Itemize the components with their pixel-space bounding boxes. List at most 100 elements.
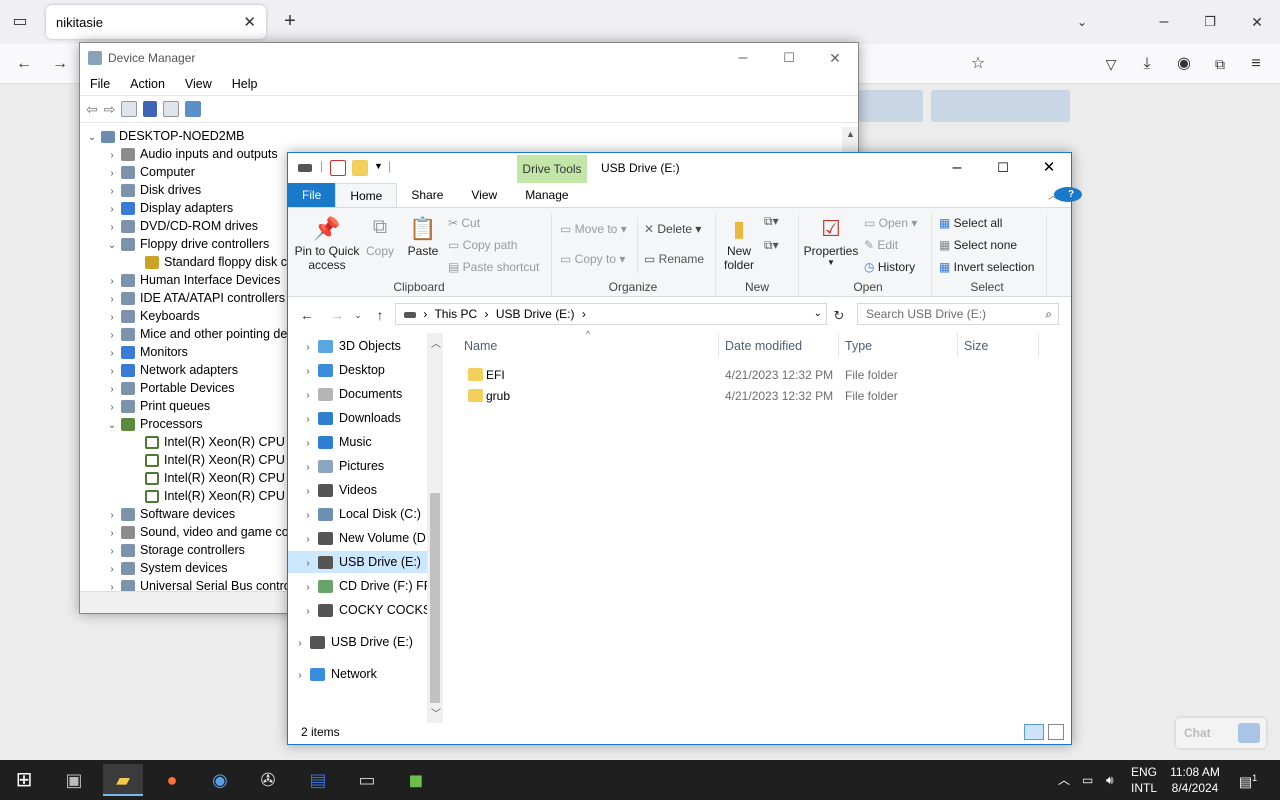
tab-share[interactable]: Share bbox=[397, 183, 457, 207]
app-taskbar-icon[interactable]: ✇ bbox=[248, 764, 288, 796]
dm-device-node[interactable]: › IDE ATA/ATAPI controllers bbox=[106, 289, 285, 307]
history-button[interactable]: ◷ History bbox=[864, 260, 915, 274]
dm-properties-icon[interactable] bbox=[121, 101, 138, 117]
expand-icon[interactable]: › bbox=[294, 665, 306, 687]
dm-device-node[interactable]: › Monitors bbox=[106, 343, 188, 361]
customize-quick-access-icon[interactable]: ▼ bbox=[374, 161, 383, 171]
collapse-icon[interactable]: ⌄ bbox=[86, 129, 98, 147]
dm-forward-icon[interactable]: ⇨ bbox=[104, 101, 116, 118]
nav-scroll-down-icon[interactable]: ﹀ bbox=[431, 705, 441, 720]
tab-view[interactable]: View bbox=[457, 183, 511, 207]
minimize-browser-icon[interactable]: – bbox=[1154, 12, 1174, 32]
properties-quick-icon[interactable] bbox=[330, 160, 346, 176]
terminal-taskbar-icon[interactable]: ▭ bbox=[347, 764, 387, 796]
dm-device-node[interactable]: Intel(R) Xeon(R) CPU E5 bbox=[142, 469, 304, 487]
new-item-icon[interactable]: ⧉▾ bbox=[764, 214, 779, 229]
up-icon[interactable]: ↑ bbox=[371, 305, 389, 325]
dm-scroll-up-icon[interactable]: ▲ bbox=[846, 129, 855, 139]
nav-root-item[interactable]: › Network bbox=[294, 663, 377, 685]
nav-item[interactable]: › Pictures bbox=[288, 455, 428, 477]
address-dropdown-icon[interactable]: ⌄ bbox=[814, 304, 822, 324]
column-name[interactable]: Name bbox=[464, 339, 497, 353]
minecraft-taskbar-icon[interactable]: ◼ bbox=[396, 764, 436, 796]
dm-device-node[interactable]: › Universal Serial Bus contro bbox=[106, 577, 291, 591]
help-icon[interactable]: ? bbox=[1054, 187, 1082, 202]
select-none-button[interactable]: ▦ Select none bbox=[939, 238, 1017, 252]
nav-item[interactable]: › CD Drive (F:) FRT bbox=[288, 575, 440, 599]
new-folder-button[interactable]: ▮ New folder bbox=[722, 216, 756, 272]
expand-icon[interactable]: › bbox=[302, 385, 314, 407]
menu-icon[interactable]: ≡ bbox=[1246, 54, 1266, 74]
nav-item[interactable]: › Desktop bbox=[288, 359, 428, 381]
pin-to-quick-access-button[interactable]: 📌 Pin to Quick access bbox=[294, 216, 360, 272]
recent-locations-icon[interactable]: ⌄ bbox=[352, 305, 364, 325]
expand-icon[interactable]: › bbox=[302, 577, 314, 599]
close-tab-icon[interactable]: ✕ bbox=[243, 13, 256, 31]
dm-device-node[interactable]: Intel(R) Xeon(R) CPU E5 bbox=[142, 487, 304, 505]
breadcrumb[interactable]: › This PC › USB Drive (E:) › ⌄ bbox=[395, 303, 827, 325]
tab-list-icon[interactable]: ▭ bbox=[10, 12, 30, 32]
notifications-icon[interactable]: ▤1 bbox=[1238, 770, 1258, 790]
browser-tab[interactable]: nikitasie ✕ bbox=[46, 5, 266, 39]
close-browser-icon[interactable]: ✕ bbox=[1247, 12, 1267, 32]
nav-item[interactable]: › Local Disk (C:) bbox=[288, 503, 428, 525]
nav-item[interactable]: › 3D Objects bbox=[288, 335, 428, 357]
dm-menu-file[interactable]: File bbox=[90, 77, 110, 91]
paste-button[interactable]: 📋 Paste bbox=[406, 216, 440, 258]
dm-device-node[interactable]: › Storage controllers bbox=[106, 541, 245, 559]
dm-device-node[interactable]: › Network adapters bbox=[106, 361, 238, 379]
dm-device-node[interactable]: › DVD/CD-ROM drives bbox=[106, 217, 258, 235]
nav-item[interactable]: › Videos bbox=[288, 479, 428, 501]
dm-device-node[interactable]: › Disk drives bbox=[106, 181, 201, 199]
account-icon[interactable]: ◉ bbox=[1174, 54, 1194, 74]
cut-button[interactable]: ✂ Cut bbox=[448, 216, 480, 230]
device-manager-taskbar-icon[interactable]: ▣ bbox=[54, 764, 94, 796]
list-all-tabs-icon[interactable]: ⌄ bbox=[1072, 12, 1092, 32]
dm-view-icon[interactable] bbox=[163, 101, 180, 117]
dm-device-node[interactable]: › Sound, video and game co bbox=[106, 523, 289, 541]
nav-scroll-thumb[interactable] bbox=[430, 493, 440, 703]
media-player-taskbar-icon[interactable]: ◉ bbox=[200, 764, 240, 796]
nav-item[interactable]: › Music bbox=[288, 431, 428, 453]
downloads-icon[interactable]: ⤓ bbox=[1137, 54, 1157, 74]
expand-icon[interactable]: › bbox=[106, 579, 118, 591]
expand-icon[interactable]: › bbox=[302, 529, 314, 551]
properties-button[interactable]: ☑ Properties ▼ bbox=[802, 216, 860, 267]
dm-device-node[interactable]: › Mice and other pointing de bbox=[106, 325, 287, 343]
firefox-taskbar-icon[interactable]: ● bbox=[152, 764, 192, 796]
nav-item[interactable]: › COCKY COCKS ( bbox=[288, 599, 439, 623]
volume-icon[interactable]: 🔊︎ bbox=[1106, 772, 1114, 788]
nav-item[interactable]: › Downloads bbox=[288, 407, 428, 429]
clock[interactable]: 11:08 AM 8/4/2024 bbox=[1166, 764, 1224, 796]
dm-menu-help[interactable]: Help bbox=[232, 77, 258, 91]
expand-icon[interactable]: › bbox=[302, 457, 314, 479]
ex-maximize-button[interactable]: ☐ bbox=[980, 153, 1026, 183]
dm-device-node[interactable]: › Audio inputs and outputs bbox=[106, 145, 278, 163]
dm-device-node[interactable]: › Human Interface Devices bbox=[106, 271, 280, 289]
tab-manage[interactable]: Manage bbox=[511, 183, 582, 207]
dm-help-icon[interactable] bbox=[143, 101, 158, 117]
extensions-icon[interactable]: ⧉ bbox=[1210, 54, 1230, 74]
nav-item[interactable]: › USB Drive (E:) bbox=[288, 551, 428, 573]
dm-close-button[interactable]: ✕ bbox=[812, 43, 858, 73]
copy-to-button[interactable]: ▭ Copy to ▾ bbox=[560, 252, 625, 266]
dm-minimize-button[interactable]: – bbox=[720, 43, 766, 73]
details-view-icon[interactable] bbox=[1024, 724, 1044, 740]
dm-device-node[interactable]: Standard floppy disk co bbox=[142, 253, 294, 271]
file-row[interactable]: EFI 4/21/2023 12:32 PM File folder bbox=[464, 365, 1054, 385]
new-folder-quick-icon[interactable] bbox=[352, 160, 368, 176]
forward-icon[interactable]: → bbox=[50, 54, 70, 74]
dm-menu-view[interactable]: View bbox=[185, 77, 212, 91]
dm-device-node[interactable]: ⌄ Floppy drive controllers bbox=[106, 235, 269, 253]
expand-icon[interactable]: › bbox=[302, 601, 314, 623]
paste-shortcut-button[interactable]: ▤ Paste shortcut bbox=[448, 260, 539, 274]
monitor-app-taskbar-icon[interactable]: ▤ bbox=[298, 764, 338, 796]
dm-device-node[interactable]: Intel(R) Xeon(R) CPU E5 bbox=[142, 451, 304, 469]
chat-widget[interactable]: Chat bbox=[1176, 718, 1266, 748]
invert-selection-button[interactable]: ▦ Invert selection bbox=[939, 260, 1034, 274]
nav-root-item[interactable]: › USB Drive (E:) bbox=[294, 631, 413, 653]
copy-path-button[interactable]: ▭ Copy path bbox=[448, 238, 517, 252]
expand-icon[interactable]: › bbox=[302, 481, 314, 503]
dm-device-node[interactable]: › Keyboards bbox=[106, 307, 200, 325]
back-icon[interactable]: ← bbox=[14, 54, 34, 74]
